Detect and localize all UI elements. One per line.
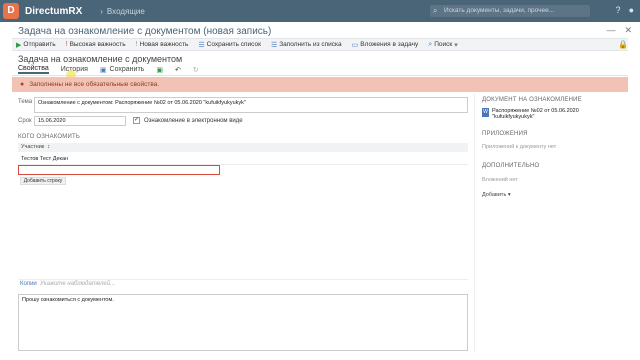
additional-section-title: ДОПОЛНИТЕЛЬНО: [482, 163, 540, 169]
appendices-section-title: ПРИЛОЖЕНИЯ: [482, 131, 528, 137]
search-icon: ⌕: [428, 40, 433, 48]
subject-field[interactable]: Ознакомление с документом: Распоряжение …: [34, 97, 468, 113]
minimize-icon[interactable]: —: [606, 25, 615, 36]
close-icon[interactable]: ✕: [624, 25, 632, 36]
app-brand: DirectumRX: [25, 5, 83, 17]
window-title: Задача на ознакомление с документом (нов…: [18, 26, 272, 37]
additional-placeholder: Вложений нет: [482, 177, 518, 183]
electronic-checkbox[interactable]: ✓: [133, 117, 140, 124]
undo-button[interactable]: ↶: [175, 66, 181, 74]
validation-alert-text: Заполнены не все обязательные свойства.: [29, 81, 160, 88]
attached-document-name: Распоряжение №02 от 05.06.2020 "kufuikfy…: [492, 108, 579, 120]
list-icon: ☰: [270, 41, 278, 49]
table-row[interactable]: Тестов Тест Декан: [18, 156, 468, 164]
top-bar-actions: ? ●: [616, 5, 634, 15]
play-icon: ▶: [16, 41, 22, 49]
sort-icon[interactable]: ↕: [46, 144, 50, 150]
search-dropdown-button[interactable]: ⌕ Поиск ▾: [428, 41, 457, 49]
chevron-down-icon: ▾: [507, 192, 511, 198]
save-list-label: Сохранить список: [206, 41, 261, 48]
form-tabs: Свойства История ▣ Сохранить ▣ ↶ ↻: [18, 64, 199, 75]
deadline-field[interactable]: 15.06.2020: [34, 116, 126, 126]
save-list-button[interactable]: ☰ Сохранить список: [198, 41, 261, 49]
window-controls: — ✕: [606, 25, 632, 36]
user-icon[interactable]: ●: [629, 5, 634, 15]
refresh-button[interactable]: ↻: [193, 66, 199, 74]
copies-input[interactable]: Укажите наблюдателей...: [40, 281, 115, 287]
deadline-label: Срок: [18, 118, 32, 124]
attachment-icon: ▭: [351, 41, 359, 49]
global-search-placeholder: Искать документы, задачи, прочее...: [444, 7, 555, 14]
chevron-down-icon: ▾: [454, 41, 458, 49]
electronic-checkbox-label: Ознакомление в электронном виде: [144, 118, 243, 124]
fill-from-list-button[interactable]: ☰ Заполнить из списка: [271, 41, 342, 49]
add-row-button[interactable]: Добавить строку: [20, 177, 66, 185]
send-label: Отправить: [23, 41, 56, 48]
task-toolbar: ▶ Отправить ! Высокая важность ! Новая в…: [12, 38, 628, 51]
sidebar-divider: [474, 94, 475, 352]
tabs-divider: [12, 75, 628, 76]
warning-icon: ●: [20, 81, 25, 88]
doc-section-title: ДОКУМЕНТ НА ОЗНАКОМЛЕНИЕ: [482, 97, 582, 103]
tab-properties-label: Свойства: [18, 65, 49, 72]
new-importance-label: Новая важность: [139, 41, 189, 48]
floppy-icon: ▣: [99, 66, 107, 74]
save-close-icon: ▣: [156, 66, 163, 74]
participant-input[interactable]: [18, 165, 220, 175]
attach-to-task-label: Вложения в задачу: [360, 41, 419, 48]
lock-icon[interactable]: 🔒: [618, 40, 628, 49]
top-nav[interactable]: › Входящие: [100, 7, 145, 16]
chevron-right-icon: ›: [100, 6, 103, 16]
whom-section-title: КОГО ОЗНАКОМИТЬ: [18, 134, 80, 140]
global-search-input[interactable]: ⌕ Искать документы, задачи, прочее...: [430, 5, 590, 17]
attached-document[interactable]: W Распоряжение №02 от 05.06.2020 "kufuik…: [482, 108, 622, 120]
appendices-placeholder: Приложений к документу нет: [482, 144, 557, 150]
high-importance-button[interactable]: ! Высокая важность: [66, 41, 126, 48]
attach-to-task-button[interactable]: ▭ Вложения в задачу: [352, 41, 419, 49]
subject-label: Тема: [18, 99, 33, 105]
participants-header-label: Участник: [21, 144, 45, 150]
high-importance-label: Высокая важность: [69, 41, 126, 48]
add-attachment-button[interactable]: Добавить ▾: [482, 192, 511, 198]
validation-alert: ● Заполнены не все обязательные свойства…: [12, 77, 628, 92]
app-logo-icon[interactable]: D: [3, 3, 19, 19]
top-nav-label: Входящие: [106, 6, 145, 16]
app-top-bar: D DirectumRX › Входящие ⌕ Искать докумен…: [0, 0, 640, 22]
add-attachment-label: Добавить: [482, 192, 507, 198]
search-icon: ⌕: [433, 6, 438, 15]
message-textarea[interactable]: Прошу ознакомиться с документом.: [18, 294, 468, 351]
save-label: Сохранить: [109, 66, 145, 73]
list-icon: ☰: [198, 41, 205, 49]
new-importance-button[interactable]: ! Новая важность: [136, 41, 189, 48]
fill-from-list-label: Заполнить из списка: [279, 41, 342, 48]
exclamation-icon: !: [135, 41, 138, 48]
copies-label: Копии: [20, 281, 37, 287]
refresh-icon: ↻: [192, 66, 199, 74]
document-icon: W: [482, 108, 489, 117]
undo-icon: ↶: [174, 66, 181, 74]
form-subtitle: Задача на ознакомление с документом: [18, 54, 183, 64]
send-button[interactable]: ▶ Отправить: [16, 41, 56, 49]
participants-table-header: Участник ↕: [18, 143, 468, 152]
exclamation-icon: !: [65, 41, 68, 48]
tab-properties[interactable]: Свойства: [18, 65, 49, 74]
save-button[interactable]: ▣ Сохранить: [100, 66, 144, 74]
copies-divider: [18, 279, 468, 280]
save-close-button[interactable]: ▣: [156, 66, 163, 74]
question-icon[interactable]: ?: [616, 5, 621, 15]
search-label: Поиск: [434, 41, 453, 48]
